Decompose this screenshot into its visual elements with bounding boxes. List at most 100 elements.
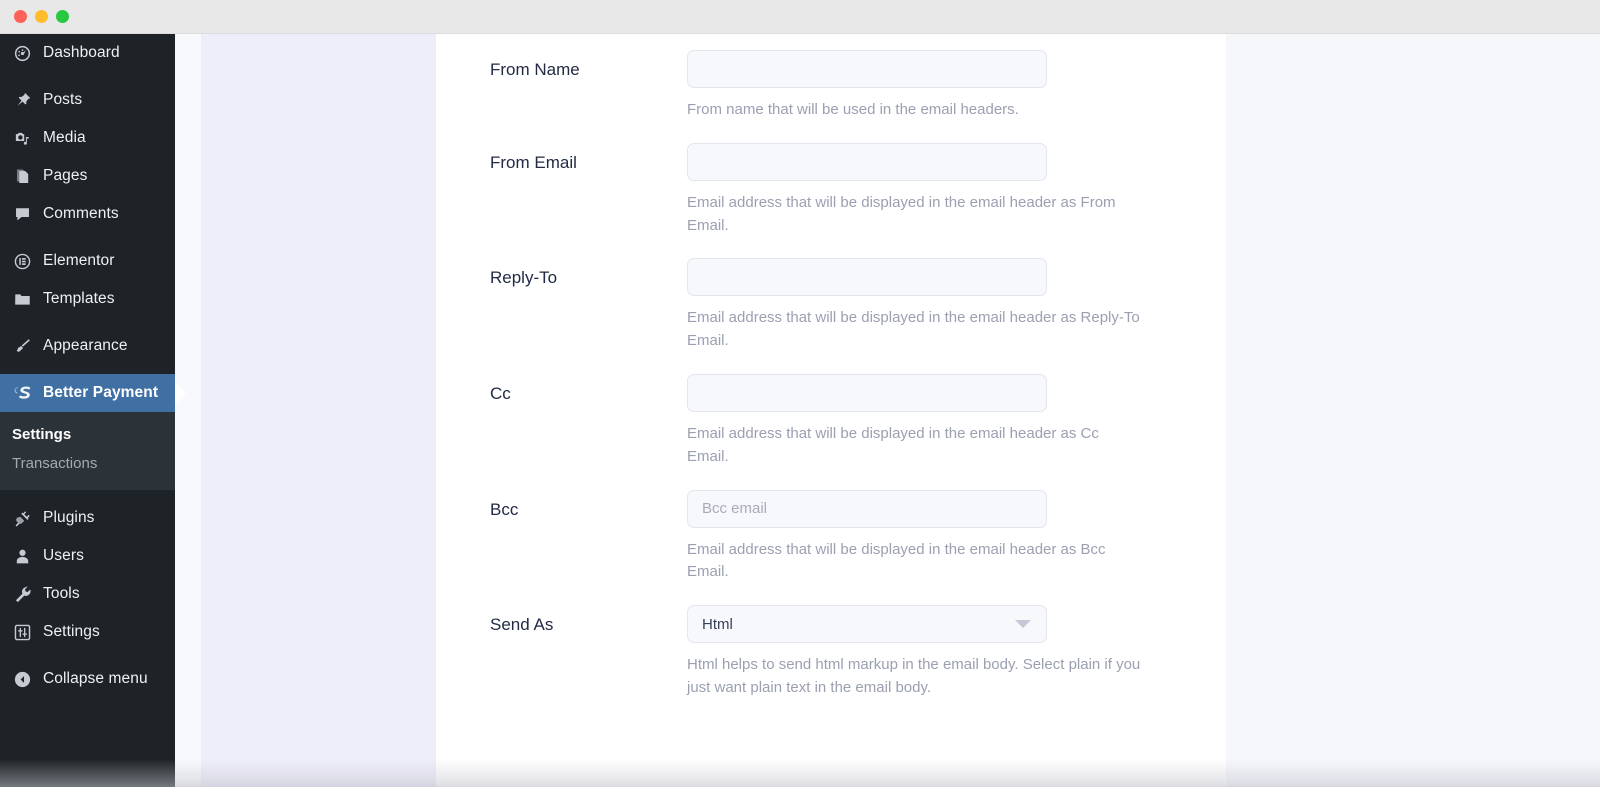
email-settings-form: From Name From name that will be used in … [436, 34, 1226, 700]
field-label-reply-to: Reply-To [490, 268, 558, 288]
sidebar-group: Elementor Templates [0, 242, 175, 318]
field-control-cc: Email address that will be displayed in … [687, 373, 1198, 469]
sidebar-separator [0, 651, 175, 660]
field-block-cc: Cc Email address that will be displayed i… [436, 373, 1226, 469]
field-label-bcc: Bcc [490, 499, 519, 519]
sidebar-item-label: Templates [43, 290, 115, 307]
sidebar-item-elementor[interactable]: Elementor [0, 242, 175, 280]
sidebar-item-label: Tools [43, 585, 80, 602]
better-payment-submenu: Settings Transactions [0, 412, 175, 490]
paintbrush-icon [12, 336, 32, 356]
dashboard-gauge-icon [12, 43, 32, 63]
media-camera-music-icon [12, 128, 32, 148]
from-name-input[interactable] [687, 50, 1047, 88]
folder-icon [12, 289, 32, 309]
sidebar-group: Posts Media Pages Comments [0, 81, 175, 233]
sidebar-item-label: Users [43, 547, 84, 564]
field-block-reply-to: Reply-To Email address that will be displ… [436, 258, 1226, 353]
sidebar-item-tools[interactable]: Tools [0, 575, 175, 613]
field-help-from-name: From name that will be used in the email… [687, 101, 1019, 118]
settings-content-area: From Name From name that will be used in … [436, 34, 1226, 787]
select-wrapper-send-as: Html [687, 605, 1047, 644]
field-help-reply-to: Email address that will be displayed in … [687, 309, 1140, 350]
sidebar-separator [0, 490, 175, 499]
sidebar-item-settings[interactable]: Settings [0, 613, 175, 651]
sidebar-separator [0, 72, 175, 81]
field-row-bcc: Bcc Email address that will be displayed … [436, 489, 1226, 585]
sidebar-item-comments[interactable]: Comments [0, 195, 175, 233]
sidebar-item-templates[interactable]: Templates [0, 280, 175, 318]
page-body: Dashboard Posts Media Pages Comments Elemento… [0, 34, 1600, 787]
sidebar-item-appearance[interactable]: Appearance [0, 327, 175, 365]
field-block-send-as: Send As Html Html helps to send html marku… [436, 605, 1226, 700]
app-window: Dashboard Posts Media Pages Comments Elemento… [0, 0, 1600, 787]
elementor-circle-icon [12, 251, 32, 271]
backdrop-lavender-panel [201, 34, 436, 787]
sidebar-item-label: Media [43, 129, 86, 146]
field-row-reply-to: Reply-To Email address that will be displ… [436, 258, 1226, 353]
sidebar-item-media[interactable]: Media [0, 119, 175, 157]
field-block-from-email: From Email Email address that will be dis… [436, 142, 1226, 238]
field-control-reply-to: Email address that will be displayed in … [687, 258, 1198, 353]
minimize-window-button[interactable] [35, 10, 48, 23]
field-label-cc: Cc [490, 383, 511, 403]
bcc-input[interactable] [687, 489, 1047, 528]
sidebar-item-better-payment[interactable]: Better Payment [0, 374, 175, 412]
sidebar-item-label: Posts [43, 91, 83, 108]
field-row-send-as: Send As Html Html helps to send html marku… [436, 605, 1226, 700]
sidebar-item-plugins[interactable]: Plugins [0, 499, 175, 537]
field-label-send-as: Send As [490, 615, 554, 635]
sidebar-item-users[interactable]: Users [0, 537, 175, 575]
submenu-item-settings[interactable]: Settings [0, 420, 175, 449]
sidebar-item-label: Pages [43, 167, 88, 184]
field-help-cc: Email address that will be displayed in … [687, 424, 1099, 465]
sidebar-group: Appearance [0, 327, 175, 365]
sidebar-group: Dashboard [0, 34, 175, 72]
sidebar-item-label: Collapse menu [43, 670, 148, 687]
window-titlebar [0, 0, 1600, 34]
field-row-from-name: From Name From name that will be used in … [436, 50, 1226, 122]
sidebar-item-label: Appearance [43, 337, 128, 354]
cc-input[interactable] [687, 373, 1047, 412]
plug-icon [12, 508, 32, 528]
sidebar-group: Plugins Users Tools Settings [0, 499, 175, 651]
pages-stack-icon [12, 166, 32, 186]
field-row-cc: Cc Email address that will be displayed i… [436, 373, 1226, 469]
close-window-button[interactable] [14, 10, 27, 23]
sidebar-item-dashboard[interactable]: Dashboard [0, 34, 175, 72]
sidebar-separator [0, 318, 175, 327]
field-control-send-as: Html Html helps to send html markup in th… [687, 605, 1198, 700]
comment-bubble-icon [12, 204, 32, 224]
wrench-icon [12, 584, 32, 604]
send-as-select[interactable]: Html [687, 605, 1047, 644]
traffic-lights [14, 10, 69, 23]
user-icon [12, 546, 32, 566]
collapse-arrow-icon [12, 669, 32, 689]
field-control-bcc: Email address that will be displayed in … [687, 489, 1198, 585]
sidebar-item-posts[interactable]: Posts [0, 81, 175, 119]
maximize-window-button[interactable] [56, 10, 69, 23]
field-row-from-email: From Email Email address that will be dis… [436, 142, 1226, 238]
field-label-from-email: From Email [490, 152, 577, 172]
sidebar-item-label: Better Payment [43, 384, 159, 401]
sidebar-item-collapse-menu[interactable]: Collapse menu [0, 660, 175, 698]
submenu-item-transactions[interactable]: Transactions [0, 449, 175, 478]
field-help-bcc: Email address that will be displayed in … [687, 540, 1106, 581]
field-help-send-as: Html helps to send html markup in the em… [687, 656, 1141, 696]
from-email-input[interactable] [687, 142, 1047, 181]
field-label-from-name: From Name [490, 60, 580, 79]
sidebar-item-label: Dashboard [43, 44, 120, 61]
reply-to-input[interactable] [687, 258, 1047, 297]
sidebar-item-label: Settings [43, 623, 100, 640]
pushpin-icon [12, 90, 32, 110]
sidebar-group: Better Payment Settings Transactions [0, 374, 175, 490]
sidebar-item-label: Comments [43, 205, 119, 222]
sliders-icon [12, 622, 32, 642]
sidebar-item-pages[interactable]: Pages [0, 157, 175, 195]
sidebar-group: Collapse menu [0, 660, 175, 698]
field-block-from-name: From Name From name that will be used in … [436, 34, 1226, 122]
field-help-from-email: Email address that will be displayed in … [687, 193, 1116, 234]
sidebar-separator [0, 233, 175, 242]
field-control-from-email: Email address that will be displayed in … [687, 142, 1198, 238]
field-control-from-name: From name that will be used in the email… [687, 50, 1198, 122]
